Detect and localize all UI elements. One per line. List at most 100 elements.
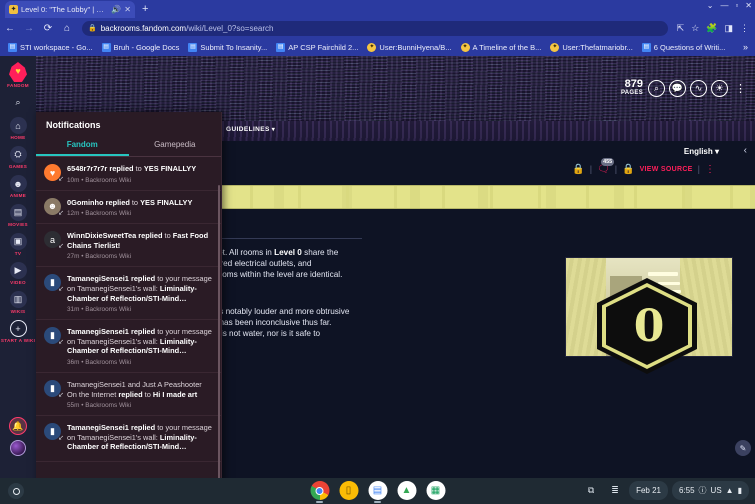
app-google-keep[interactable]: ▯ xyxy=(339,481,358,500)
screen-capture-icon[interactable]: ⧉ xyxy=(581,481,601,500)
global-search-button[interactable]: ⌕ xyxy=(0,94,36,111)
app-google-sheets[interactable]: ▦ xyxy=(426,481,445,500)
notes-icon[interactable]: ≣ xyxy=(605,481,625,500)
bookmark-item[interactable]: ▤ Submit To Insanity... xyxy=(184,42,271,53)
app-chrome[interactable] xyxy=(310,481,329,503)
avatar: ▮ ➘ xyxy=(44,379,64,399)
browser-tab[interactable]: ✦ Level 0: "The Lobby" | Backro 🔊 ✕ xyxy=(5,1,135,18)
forward-button[interactable]: → xyxy=(23,23,35,34)
maximize-button[interactable]: ▫ xyxy=(735,1,738,10)
home-button[interactable]: ⌂ xyxy=(61,23,73,34)
language-selector[interactable]: English ▾ xyxy=(684,147,719,156)
sidebar-item-home[interactable]: ⌂ HOME xyxy=(0,117,36,140)
bookmarks-overflow-button[interactable]: » xyxy=(743,42,751,52)
help-fab-icon[interactable]: ✎ xyxy=(735,440,751,456)
tab-gamepedia[interactable]: Gamepedia xyxy=(129,136,222,156)
reload-button[interactable]: ⟳ xyxy=(42,23,54,34)
tab-strip: ✦ Level 0: "The Lobby" | Backro 🔊 ✕ + ⌄ … xyxy=(0,0,755,18)
notification-message: TamanegiSensei1 and Just A Peashooter On… xyxy=(67,379,202,399)
search-icon[interactable]: ⌕ xyxy=(648,80,665,97)
sidepanel-icon[interactable]: ◨ xyxy=(724,23,733,34)
launcher-icon[interactable] xyxy=(8,483,24,499)
sidebar-item-wikis[interactable]: ▥ WIKIS xyxy=(0,291,36,314)
reply-cursor-icon: ➘ xyxy=(58,286,64,294)
extensions-icon[interactable]: 🧩 xyxy=(706,23,717,34)
avatar: ♥ ➘ xyxy=(44,164,64,183)
sidebar-item-movies[interactable]: ▤ MOVIES xyxy=(0,204,36,227)
status-pill[interactable]: 6:55 ⓘ US ▲ ▮ xyxy=(671,481,749,500)
overflow-menu-icon[interactable]: ⋮ xyxy=(705,164,715,175)
theme-icon[interactable]: ☀ xyxy=(711,80,728,97)
chrome-browser-window: ✦ Level 0: "The Lobby" | Backro 🔊 ✕ + ⌄ … xyxy=(0,0,755,478)
notification-item[interactable]: ♥ ➘ 6548r7r7r7r replied to YES FINALLYY 1… xyxy=(36,157,221,191)
address-bar[interactable]: 🔒 backrooms.fandom.com/wiki/Level_0?so=s… xyxy=(82,20,668,36)
tab-fandom[interactable]: Fandom xyxy=(36,136,129,156)
sidebar-item-label: WIKIS xyxy=(10,309,26,314)
overflow-menu-icon[interactable]: ⋮ xyxy=(732,80,749,97)
new-tab-button[interactable]: + xyxy=(142,3,148,15)
menu-icon[interactable]: ⋮ xyxy=(740,23,749,34)
view-source-button[interactable]: VIEW SOURCE xyxy=(640,166,693,173)
docs-icon: ▤ xyxy=(8,42,17,52)
notifications-bell-icon[interactable]: 🔔 xyxy=(9,417,27,435)
speaker-icon[interactable]: 🔊 xyxy=(111,5,121,14)
sidebar-item-anime[interactable]: ☻ ANIME xyxy=(0,175,36,198)
avatar: ▮ ➘ xyxy=(44,274,64,294)
notification-message: TamanegiSensei1 replied to your message … xyxy=(67,327,212,356)
back-button[interactable]: ← xyxy=(4,23,16,34)
bookmark-item[interactable]: ▤ 6 Questions of Writi... xyxy=(638,42,730,53)
start-a-wiki-label: START A WIKI xyxy=(0,338,36,343)
games-icon: ⛭ xyxy=(9,146,27,163)
notification-item[interactable]: ▮ ➘ TamanegiSensei1 replied to your messa… xyxy=(36,416,221,462)
chevron-left-icon[interactable]: ‹ xyxy=(744,145,747,156)
nav-item-guidelines[interactable]: GUIDELINES ▾ xyxy=(226,126,275,133)
date-pill[interactable]: Feb 21 xyxy=(629,481,668,500)
bookmark-label: A Timeline of the B... xyxy=(472,42,542,52)
tv-icon: ▣ xyxy=(9,233,27,250)
lock-icon[interactable]: 🔒 xyxy=(572,164,584,175)
bookmark-label: 6 Questions of Writi... xyxy=(653,42,726,52)
app-google-drive[interactable]: ▲ xyxy=(397,481,416,500)
notification-item[interactable]: a ➘ WinnDixieSweetTea replied to Fast Foo… xyxy=(36,224,221,268)
share-icon[interactable]: ⇱ xyxy=(677,23,685,34)
bookmark-item[interactable]: ▤ STI workspace - Go... xyxy=(4,42,97,53)
app-google-docs[interactable]: ▤ xyxy=(368,481,387,503)
notifications-list[interactable]: ♥ ➘ 6548r7r7r7r replied to YES FINALLYY 1… xyxy=(36,157,221,478)
sidebar-item-tv[interactable]: ▣ TV xyxy=(0,233,36,256)
user-avatar[interactable] xyxy=(10,440,26,456)
notification-item[interactable]: ☻ ➘ 0Gominho replied to YES FINALLYY 12m … xyxy=(36,191,221,225)
notification-item[interactable]: ▮ ➘ TamanegiSensei1 replied to your messa… xyxy=(36,320,221,373)
bookmark-item[interactable]: ▤ Bruh - Google Docs xyxy=(98,42,184,53)
avatar: ▮ ➘ xyxy=(44,327,64,346)
minimize-button[interactable]: — xyxy=(720,1,728,10)
notification-item[interactable]: ▮ ➘ TamanegiSensei1 replied to your messa… xyxy=(36,267,221,321)
bookmark-item[interactable]: ✦ User:BunniHyena/B... xyxy=(363,42,455,53)
avatar: ▮ ➘ xyxy=(44,423,64,442)
docs-icon: ▤ xyxy=(641,42,651,52)
bookmark-item[interactable]: ✦ User:Thefatmariobr... xyxy=(546,42,636,53)
bookmark-item[interactable]: ▤ AP CSP Fairchild 2... xyxy=(272,42,362,53)
notification-message: TamanegiSensei1 replied to your message … xyxy=(67,423,212,452)
chevron-down-icon[interactable]: ⌄ xyxy=(707,1,714,10)
discuss-icon[interactable]: 💬 xyxy=(669,80,686,97)
page-viewport: ♥ FANDOM ⌕ ⌂ HOME ⛭ GAMES ☻ ANIME ▤ MOVI… xyxy=(0,56,755,478)
wikis-icon: ▥ xyxy=(9,291,27,308)
notifications-scrollbar[interactable] xyxy=(217,185,220,478)
start-a-wiki-button[interactable]: + START A WIKI xyxy=(0,320,36,343)
avatar: a ➘ xyxy=(44,231,64,250)
wiki-hero-actions: ⌕ 💬 ∿ ☀ ⋮ xyxy=(648,80,749,97)
sidebar-item-games[interactable]: ⛭ GAMES xyxy=(0,146,36,169)
bookmark-item[interactable]: ✦ A Timeline of the B... xyxy=(457,42,546,53)
fandom-logo[interactable]: ♥ FANDOM xyxy=(0,56,36,88)
bookmark-label: User:Thefatmariobr... xyxy=(562,42,633,52)
close-window-button[interactable]: ✕ xyxy=(745,1,752,10)
info-icon: ⓘ xyxy=(698,486,707,495)
notification-item[interactable]: ▮ ➘ TamanegiSensei1 and Just A Peashooter… xyxy=(36,373,221,417)
notification-message: TamanegiSensei1 replied to your message … xyxy=(67,274,212,303)
close-icon[interactable]: ✕ xyxy=(124,5,131,14)
sidebar-item-video[interactable]: ▶ VIDEO xyxy=(0,262,36,285)
comment-icon[interactable]: 🗨 455 xyxy=(597,157,615,175)
notification-text-block: 6548r7r7r7r replied to YES FINALLYY 10m … xyxy=(67,164,213,184)
activity-icon[interactable]: ∿ xyxy=(690,80,707,97)
star-icon[interactable]: ☆ xyxy=(691,23,699,34)
